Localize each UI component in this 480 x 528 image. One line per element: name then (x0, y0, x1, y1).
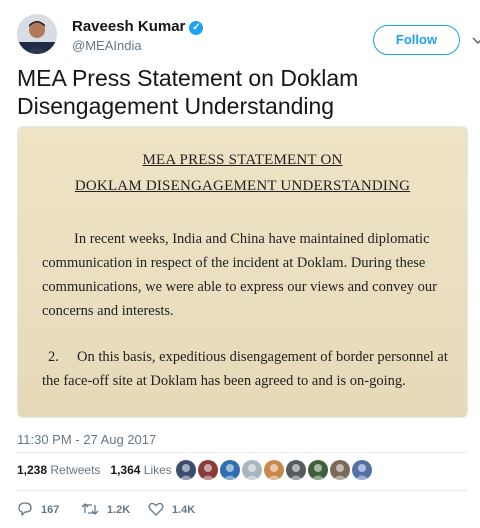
liker-avatars (176, 460, 374, 482)
document-paragraph-1-text: In recent weeks, India and China have ma… (42, 231, 438, 319)
reply-icon (18, 502, 32, 517)
like-button[interactable]: 1.4K (148, 502, 195, 516)
display-name[interactable]: Raveesh Kumar ✓ (72, 18, 204, 35)
document-paragraph-2-text: On this basis, expeditious disengagement… (42, 349, 448, 389)
document-title-line1: MEA PRESS STATEMENT ON (142, 152, 343, 168)
user-handle[interactable]: @MEAIndia (72, 38, 142, 53)
retweets-count: 1,238 (17, 463, 48, 477)
avatar-5[interactable] (264, 460, 284, 480)
avatar-9[interactable] (352, 460, 372, 480)
retweet-icon (81, 503, 99, 515)
avatar-8[interactable] (330, 460, 350, 480)
avatar-6[interactable] (286, 460, 306, 480)
likes-count: 1,364 (110, 463, 141, 477)
divider (17, 452, 467, 453)
retweet-button[interactable]: 1.2K (81, 502, 130, 516)
document-paragraph-2-line: 2. On this basis, expeditious disengagem… (42, 345, 452, 393)
timestamp[interactable]: 11:30 PM - 27 Aug 2017 (17, 432, 156, 447)
document-paragraph-1: In recent weeks, India and China have ma… (42, 227, 452, 323)
avatar-1[interactable] (176, 460, 196, 480)
avatar-7[interactable] (308, 460, 328, 480)
retweet-count: 1.2K (107, 504, 131, 516)
avatar-3[interactable] (220, 460, 240, 480)
display-name-text: Raveesh Kumar (72, 18, 186, 35)
divider (17, 490, 467, 491)
retweets-stat[interactable]: 1,238 Retweets (17, 463, 100, 477)
like-count: 1.4K (172, 504, 196, 516)
engagement-stats: 1,238 Retweets 1,364 Likes (17, 463, 172, 477)
tweet-text: MEA Press Statement on Doklam Disengagem… (17, 65, 359, 119)
reply-count: 167 (41, 504, 60, 516)
document-paragraph-2: 2. On this basis, expeditious disengagem… (42, 345, 452, 393)
tweet-header: Raveesh Kumar ✓ @MEAIndia Follow (17, 14, 480, 58)
avatar-4[interactable] (242, 460, 262, 480)
follow-button[interactable]: Follow (373, 25, 460, 55)
document-paragraph-2-number: 2. (48, 349, 59, 365)
likes-label: Likes (143, 463, 172, 477)
likes-stat[interactable]: 1,364 Likes (110, 463, 171, 477)
document-title-line2: DOKLAM DISENGAGEMENT UNDERSTANDING (74, 178, 411, 194)
avatar[interactable] (17, 14, 57, 54)
chevron-down-icon[interactable] (472, 34, 480, 48)
retweets-label: Retweets (50, 463, 101, 477)
heart-icon (148, 502, 164, 516)
reply-button[interactable]: 167 (17, 502, 60, 517)
avatar-2[interactable] (198, 460, 218, 480)
tweet-image[interactable]: MEA PRESS STATEMENT ON DOKLAM DISENGAGEM… (17, 126, 468, 418)
verified-icon: ✓ (189, 21, 204, 35)
